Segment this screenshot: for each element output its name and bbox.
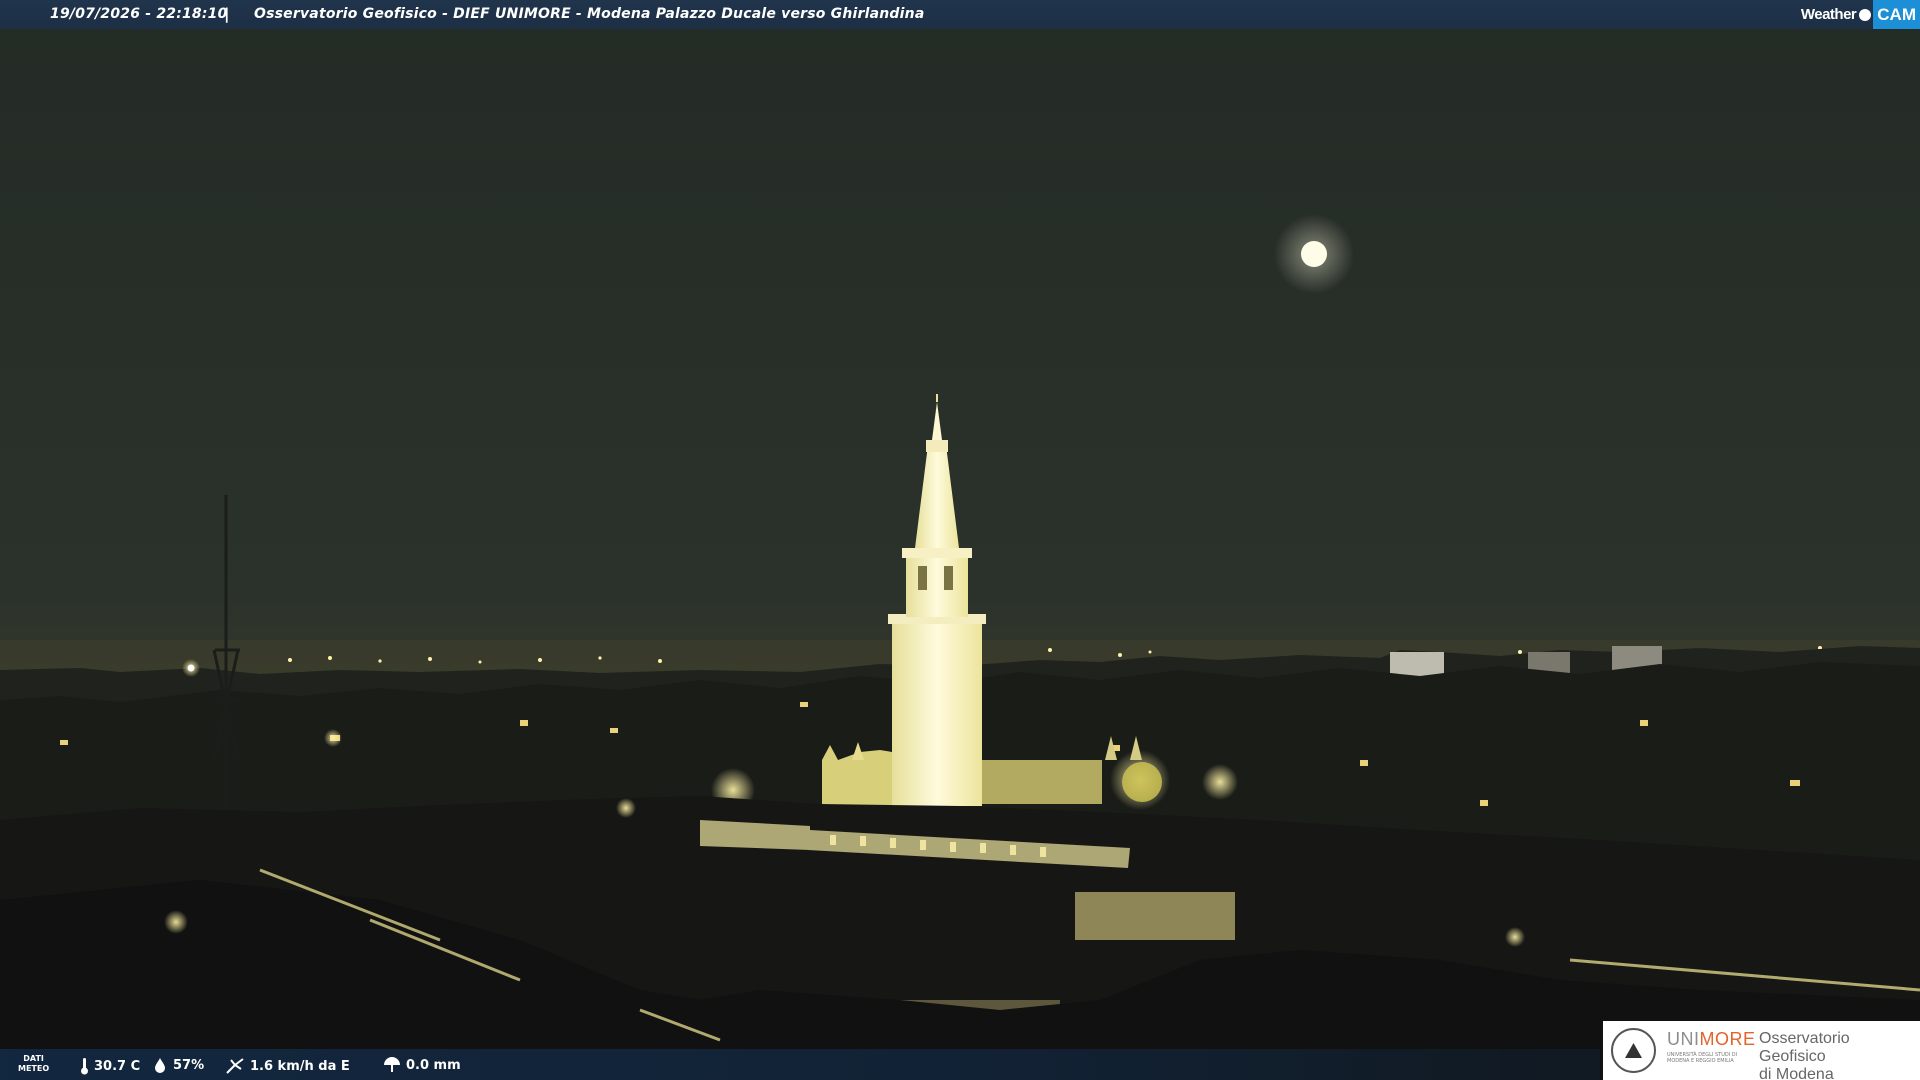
observatory-name: Osservatorio Geofisico di Modena (1759, 1030, 1920, 1080)
dati-label: DATI (23, 1054, 44, 1063)
rain-value: 0.0 mm (406, 1057, 461, 1073)
observatory-name-line-1: Osservatorio Geofisico (1759, 1030, 1850, 1065)
humidity-drop-icon (155, 1058, 165, 1073)
light-glow (1202, 764, 1238, 800)
light-glow (164, 910, 188, 934)
unimore-subtitle: UNIVERSITÀ DEGLI STUDI DI MODENA E REGGI… (1667, 1052, 1737, 1064)
university-seal-icon (1611, 1028, 1656, 1073)
temperature-reading: 30.7 C (80, 1057, 140, 1075)
unimore-uni: UNI (1667, 1029, 1700, 1049)
meteo-label: METEO (18, 1064, 50, 1073)
lit-tree (1122, 762, 1162, 802)
brand-cam: CAM (1873, 0, 1920, 29)
light-glow (324, 729, 342, 747)
unimore-subtitle-line-2: MODENA E REGGIO EMILIA (1667, 1058, 1734, 1064)
unimore-logo-box: UNIMORE UNIVERSITÀ DEGLI STUDI DI MODENA… (1603, 1021, 1920, 1080)
humidity-reading: 57% (152, 1057, 204, 1073)
webcam-view: 19/07/2026 - 22:18:10 | Osservatorio Geo… (0, 0, 1920, 1080)
wind-value: 1.6 km/h da E (250, 1058, 350, 1074)
weathercam-logo: Weather CAM (1801, 0, 1920, 29)
dati-meteo-label: DATI METEO (18, 1054, 49, 1074)
light-glow (616, 798, 636, 818)
unimore-wordmark: UNIMORE (1667, 1029, 1756, 1050)
wind-reading: 1.6 km/h da E (225, 1057, 350, 1075)
weather-data-bar: DATI METEO 30.7 C 57% 1.6 km/h da E 0.0 … (0, 1049, 1600, 1080)
observatory-name-line-2: di Modena (1759, 1066, 1834, 1080)
rain-reading: 0.0 mm (383, 1057, 461, 1073)
moon (1301, 241, 1327, 267)
top-info-bar: 19/07/2026 - 22:18:10 | Osservatorio Geo… (0, 0, 1920, 29)
brand-weather: Weather (1800, 6, 1857, 23)
unimore-more: MORE (1699, 1029, 1756, 1049)
night-city-scene (0, 0, 1920, 1080)
humidity-value: 57% (173, 1057, 205, 1073)
light-glow (1505, 927, 1525, 947)
thermometer-icon (81, 1058, 88, 1075)
temperature-value: 30.7 C (94, 1058, 141, 1074)
rain-gauge-icon (384, 1057, 400, 1072)
separator: | (224, 5, 230, 23)
wind-icon (226, 1058, 244, 1074)
timestamp: 19/07/2026 - 22:18:10 (50, 6, 228, 22)
camera-title: Osservatorio Geofisico - DIEF UNIMORE - … (254, 6, 925, 22)
brand-dot-icon (1859, 8, 1872, 21)
